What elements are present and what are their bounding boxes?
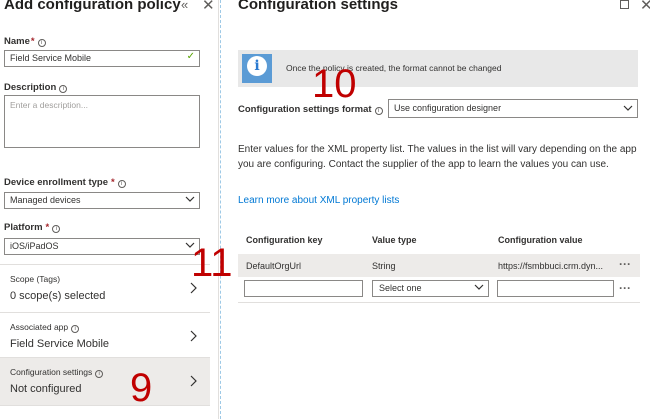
name-field[interactable]: Field Service Mobile ✓	[4, 50, 200, 67]
new-type-select[interactable]: Select one	[372, 280, 489, 297]
close-icon[interactable]: ✕	[202, 0, 215, 14]
collapse-icon[interactable]: «	[181, 0, 188, 12]
chevron-right-icon	[190, 375, 197, 387]
instructions-text: Enter values for the XML property list. …	[238, 144, 637, 170]
format-value: Use configuration designer	[394, 103, 502, 113]
info-icon[interactable]: i	[117, 180, 126, 188]
callout-number: 9	[130, 366, 153, 410]
maximize-icon[interactable]	[620, 0, 629, 9]
platform-label: Platform * i	[4, 222, 61, 233]
learn-more-link[interactable]: Learn more about XML property lists	[238, 195, 399, 206]
more-icon[interactable]: ···	[619, 257, 631, 271]
info-icon: i	[242, 54, 272, 83]
info-icon[interactable]: i	[52, 225, 61, 233]
info-icon[interactable]: i	[374, 107, 383, 115]
divider	[238, 302, 640, 303]
more-icon[interactable]: ···	[619, 281, 631, 295]
callout-number: 11	[191, 241, 233, 285]
new-type-placeholder: Select one	[379, 283, 422, 293]
new-value-input[interactable]	[497, 280, 614, 297]
required-marker: *	[30, 36, 35, 47]
chevron-down-icon	[623, 105, 633, 111]
required-marker: *	[45, 222, 50, 233]
device-enrollment-value: Managed devices	[10, 195, 81, 205]
description-label: Description i	[4, 82, 68, 93]
info-icon[interactable]: i	[71, 325, 80, 333]
chevron-right-icon	[190, 330, 197, 342]
nav-item-scope-tags[interactable]: Scope (Tags) 0 scope(s) selected	[0, 265, 210, 312]
info-banner: i Once the policy is created, the format…	[238, 50, 638, 87]
nav-item-title: Associated app i	[10, 322, 80, 333]
description-field[interactable]: Enter a description...	[4, 95, 200, 148]
device-enrollment-label: Device enrollment type * i	[4, 177, 126, 188]
chevron-down-icon	[185, 196, 195, 202]
format-select[interactable]: Use configuration designer	[388, 99, 638, 118]
row-key: DefaultOrgUrl	[246, 261, 302, 271]
blade-title: Add configuration policy	[4, 0, 181, 13]
platform-select[interactable]: iOS/iPadOS	[4, 238, 200, 255]
column-header-value: Configuration value	[498, 235, 583, 245]
row-value: https://fsmbbuci.crm.dyn...	[498, 261, 604, 271]
info-icon[interactable]: i	[95, 370, 104, 378]
required-marker: *	[111, 177, 115, 188]
name-value: Field Service Mobile	[10, 53, 92, 63]
nav-item-associated-app[interactable]: Associated app i Field Service Mobile	[0, 313, 210, 360]
nav-item-value: Field Service Mobile	[10, 338, 110, 350]
callout-number: 10	[312, 62, 357, 106]
device-enrollment-select[interactable]: Managed devices	[4, 192, 200, 209]
nav-item-title: Scope (Tags)	[10, 274, 61, 284]
info-icon[interactable]: i	[59, 85, 68, 93]
checkmark-icon: ✓	[186, 51, 195, 62]
description-placeholder: Enter a description...	[10, 100, 88, 110]
add-configuration-policy-blade: Add configuration policy « ✕ Name* i Fiel…	[0, 0, 219, 419]
platform-value: iOS/iPadOS	[10, 241, 59, 251]
blade-title: Configuration settings	[238, 0, 398, 13]
close-icon[interactable]: ✕	[640, 0, 650, 14]
nav-item-configuration-settings[interactable]: Configuration settings i Not configured	[0, 358, 210, 405]
new-key-input[interactable]	[244, 280, 363, 297]
nav-item-value: Not configured	[10, 383, 82, 395]
nav-item-value: 0 scope(s) selected	[10, 290, 106, 302]
nav-item-title: Configuration settings i	[10, 367, 104, 378]
row-type: String	[372, 261, 396, 271]
column-header-key: Configuration key	[246, 235, 323, 245]
divider	[0, 405, 210, 406]
format-label: Configuration settings format i	[238, 104, 383, 115]
blade-divider	[220, 0, 221, 419]
name-label: Name* i	[4, 36, 46, 47]
info-icon[interactable]: i	[37, 39, 46, 47]
column-header-type: Value type	[372, 235, 417, 245]
chevron-down-icon	[474, 284, 484, 290]
